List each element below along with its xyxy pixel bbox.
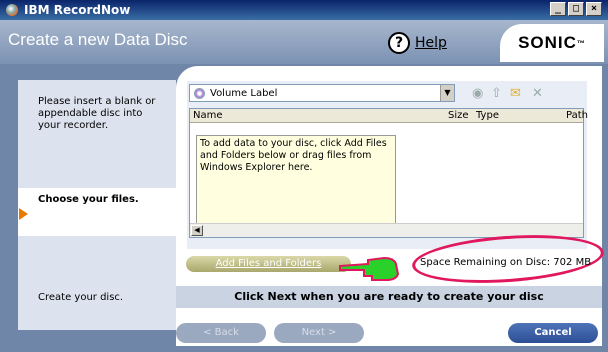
column-size[interactable]: Size [448,110,469,121]
sonic-logo: SONIC ™ [500,24,604,62]
delete-icon[interactable]: ✕ [532,86,543,101]
pointing-hand-icon [339,256,400,281]
dropdown-arrow-icon[interactable]: ▼ [440,85,454,101]
brand-tm: ™ [576,38,586,48]
app-window: IBM RecordNow _ □ × Create a new Data Di… [0,0,608,352]
next-button[interactable]: Next > [274,323,364,343]
recordnow-app-icon [6,4,18,16]
title-bar: IBM RecordNow _ □ × [0,0,608,20]
empty-list-hint: To add data to your disc, click Add File… [196,135,396,233]
column-name[interactable]: Name [193,110,223,121]
space-remaining-text: Space Remaining on Disc: 702 MB [420,257,592,268]
help-link[interactable]: ? Help [388,32,447,54]
brand-text: SONIC [518,33,577,52]
disc-icon [194,87,205,99]
volume-label-combo[interactable]: Volume Label ▼ [189,84,455,102]
page-title: Create a new Data Disc [8,30,188,49]
help-icon: ? [388,32,410,54]
cancel-button[interactable]: Cancel [508,323,598,343]
column-type[interactable]: Type [476,110,499,121]
close-button[interactable]: × [586,2,602,16]
column-path[interactable]: Path [566,110,588,121]
file-list[interactable]: Name Size Type Path To add data to your … [189,108,588,238]
help-label: Help [415,35,447,51]
step-choose-files: Choose your files. [18,188,188,236]
step-create-disc: Create your disc. [38,292,124,303]
window-controls: _ □ × [550,2,602,16]
wizard-header: Create a new Data Disc ? Help SONIC ™ [0,20,608,64]
maximize-button[interactable]: □ [568,2,584,16]
up-folder-icon[interactable]: ⇧ [491,86,502,101]
add-files-and-folders-button[interactable]: Add Files and Folders [186,256,351,272]
instruction-message: Click Next when you are ready to create … [176,286,602,308]
back-folder-icon[interactable]: ◉ [472,86,483,101]
current-step-arrow-icon [19,208,28,220]
scroll-left-icon[interactable]: ◀ [191,225,203,236]
list-header: Name Size Type Path [190,109,588,123]
new-folder-icon[interactable]: ✉ [510,86,521,101]
volume-label-text: Volume Label [210,87,278,99]
back-button[interactable]: < Back [176,323,266,343]
step-insert-disc: Please insert a blank or appendable disc… [38,96,156,131]
window-title: IBM RecordNow [24,3,131,17]
minimize-button[interactable]: _ [550,2,566,16]
